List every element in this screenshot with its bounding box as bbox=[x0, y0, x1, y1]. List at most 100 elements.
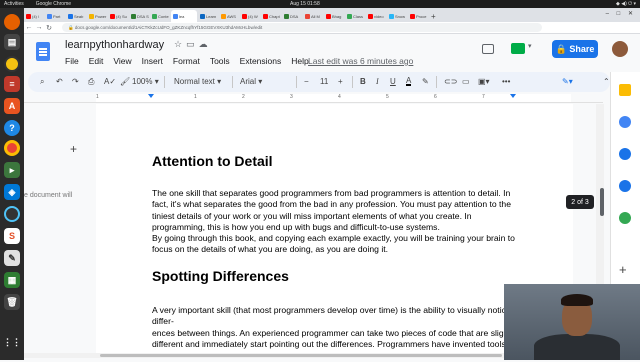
last-edit-link[interactable]: Last edit was 6 minutes ago bbox=[308, 56, 413, 66]
menu-insert[interactable]: Insert bbox=[142, 56, 163, 66]
meet-icon[interactable] bbox=[511, 42, 532, 54]
more-icon[interactable]: ••• bbox=[502, 77, 510, 86]
browser-tab[interactable]: Conte bbox=[150, 10, 170, 22]
browser-tab[interactable]: All M bbox=[303, 10, 323, 22]
link-icon[interactable]: ⊂⊃ bbox=[444, 77, 457, 86]
increase-font-size-icon[interactable]: + bbox=[338, 77, 343, 86]
star-icon[interactable]: ☆ bbox=[174, 39, 186, 49]
browser-tab[interactable]: Class bbox=[345, 10, 365, 22]
font-size-input[interactable]: 11 bbox=[320, 77, 328, 86]
browser-tab[interactable]: DSA S bbox=[129, 10, 149, 22]
text-color-icon[interactable]: A bbox=[406, 77, 412, 86]
texteditor-icon[interactable]: ✎ bbox=[4, 250, 20, 266]
menu-format[interactable]: Format bbox=[173, 56, 200, 66]
decrease-font-size-icon[interactable]: − bbox=[304, 77, 309, 86]
vertical-scroll-thumb[interactable] bbox=[600, 188, 604, 216]
app-menu[interactable]: Google Chrome bbox=[36, 1, 71, 7]
browser-tab[interactable]: Power bbox=[87, 10, 107, 22]
move-folder-icon[interactable]: ▭ bbox=[186, 39, 199, 49]
collapse-menus-icon[interactable]: ⌃ bbox=[603, 77, 610, 86]
chrome-icon[interactable] bbox=[4, 140, 20, 156]
menu-file[interactable]: File bbox=[65, 56, 79, 66]
italic-icon[interactable]: I bbox=[376, 77, 379, 86]
window-controls[interactable]: – □ ✕ bbox=[606, 10, 636, 17]
document-page[interactable]: Attention to Detail The one skill that s… bbox=[96, 104, 573, 356]
browser-tab[interactable]: (4) \ bbox=[24, 10, 44, 22]
calendar-icon[interactable] bbox=[619, 116, 631, 128]
reload-icon[interactable]: ↻ bbox=[44, 24, 54, 32]
contacts-icon[interactable] bbox=[619, 180, 631, 192]
document-title[interactable]: learnpythonhardway bbox=[65, 39, 164, 51]
horizontal-scroll-thumb[interactable] bbox=[100, 354, 502, 357]
sublime-icon[interactable]: S bbox=[4, 228, 20, 244]
bold-icon[interactable]: B bbox=[360, 77, 366, 86]
browser-tab[interactable]: Chapt bbox=[261, 10, 281, 22]
left-indent-marker[interactable] bbox=[148, 94, 154, 98]
browser-tab[interactable]: Snow bbox=[387, 10, 407, 22]
tab-label: (4) W bbox=[248, 13, 258, 19]
document-viewer-icon[interactable]: ≡ bbox=[4, 76, 20, 92]
menu-help[interactable]: Help bbox=[291, 56, 308, 66]
browser-tab[interactable]: Learn bbox=[198, 10, 218, 22]
browser-tab[interactable]: Part bbox=[45, 10, 65, 22]
highlight-icon[interactable]: ✎ bbox=[422, 77, 429, 86]
address-bar[interactable]: 🔒 docs.google.com/document/d/1AiCTKkZcUd… bbox=[62, 23, 542, 32]
electron-app-icon[interactable] bbox=[4, 206, 20, 222]
avatar[interactable] bbox=[612, 41, 628, 57]
search-menus-icon[interactable]: ⌕ bbox=[40, 77, 44, 87]
zoom-select[interactable]: 100% ▾ bbox=[132, 77, 159, 86]
back-icon[interactable]: ← bbox=[24, 24, 34, 31]
menu-extensions[interactable]: Extensions bbox=[240, 56, 282, 66]
comment-history-icon[interactable] bbox=[482, 44, 494, 54]
browser-tab[interactable]: (4) W bbox=[240, 10, 260, 22]
share-button[interactable]: 🔒 Share bbox=[552, 40, 598, 58]
forward-icon[interactable]: → bbox=[34, 24, 44, 31]
trash-icon[interactable]: 🗑 bbox=[4, 294, 20, 310]
files-icon[interactable]: ▤ bbox=[4, 34, 20, 50]
firefox-icon[interactable] bbox=[4, 14, 20, 30]
tasks-icon[interactable] bbox=[619, 148, 631, 160]
spellcheck-icon[interactable]: A✓ bbox=[104, 77, 116, 86]
browser-tab[interactable]: video bbox=[366, 10, 386, 22]
print-icon[interactable]: ⎙ bbox=[88, 77, 94, 87]
undo-icon[interactable]: ↶ bbox=[56, 77, 63, 86]
right-indent-marker[interactable] bbox=[510, 94, 516, 98]
redo-icon[interactable]: ↷ bbox=[72, 77, 79, 86]
get-addons-icon[interactable]: + bbox=[619, 262, 627, 277]
add-summary-icon[interactable]: + bbox=[70, 142, 77, 156]
software-store-icon[interactable]: A bbox=[4, 98, 20, 114]
sheets-icon[interactable]: ▦ bbox=[4, 272, 20, 288]
font-select[interactable]: Arial ▾ bbox=[240, 77, 262, 86]
editing-mode-icon[interactable]: ✎▾ bbox=[562, 77, 573, 86]
image-icon[interactable]: ▣▾ bbox=[478, 77, 490, 86]
menu-view[interactable]: View bbox=[113, 56, 131, 66]
paragraph-style-select[interactable]: Normal text ▾ bbox=[174, 77, 221, 86]
help-icon[interactable]: ? bbox=[4, 120, 20, 136]
browser-tab[interactable]: Seab bbox=[66, 10, 86, 22]
clock[interactable]: Aug 15 01:58 bbox=[290, 1, 320, 7]
browser-tab[interactable]: Proce bbox=[408, 10, 428, 22]
cloud-status-icon[interactable]: ☁ bbox=[199, 39, 212, 49]
browser-tab[interactable]: (4) Su bbox=[108, 10, 128, 22]
show-apps-icon[interactable]: ⋮⋮ bbox=[3, 334, 21, 350]
browser-tab[interactable]: lea bbox=[171, 10, 197, 22]
menu-edit[interactable]: Edit bbox=[89, 56, 104, 66]
browser-tab[interactable]: Bhag bbox=[324, 10, 344, 22]
vscode-icon[interactable]: ◈ bbox=[4, 184, 20, 200]
docs-logo-icon[interactable] bbox=[36, 42, 50, 61]
keep-icon[interactable] bbox=[619, 84, 631, 96]
system-tray[interactable]: ◆ ◀) ⏻ ▾ bbox=[616, 1, 636, 7]
maps-icon[interactable] bbox=[619, 212, 631, 224]
menu-tools[interactable]: Tools bbox=[210, 56, 230, 66]
underline-icon[interactable]: U bbox=[390, 77, 396, 86]
activities-button[interactable]: Activities bbox=[4, 1, 24, 7]
comment-icon[interactable]: ▭ bbox=[462, 77, 470, 86]
browser-tab[interactable]: AWS bbox=[219, 10, 239, 22]
rhythmbox-icon[interactable] bbox=[4, 56, 20, 72]
text-line: focus on the details of what you are doi… bbox=[152, 244, 389, 255]
terminal-icon[interactable]: ▸ bbox=[4, 162, 20, 178]
new-tab-button[interactable]: + bbox=[429, 10, 449, 22]
browser-tab[interactable]: DSA bbox=[282, 10, 302, 22]
lock-icon: 🔒 bbox=[68, 24, 75, 30]
paint-format-icon[interactable]: 🖌 bbox=[120, 77, 130, 86]
